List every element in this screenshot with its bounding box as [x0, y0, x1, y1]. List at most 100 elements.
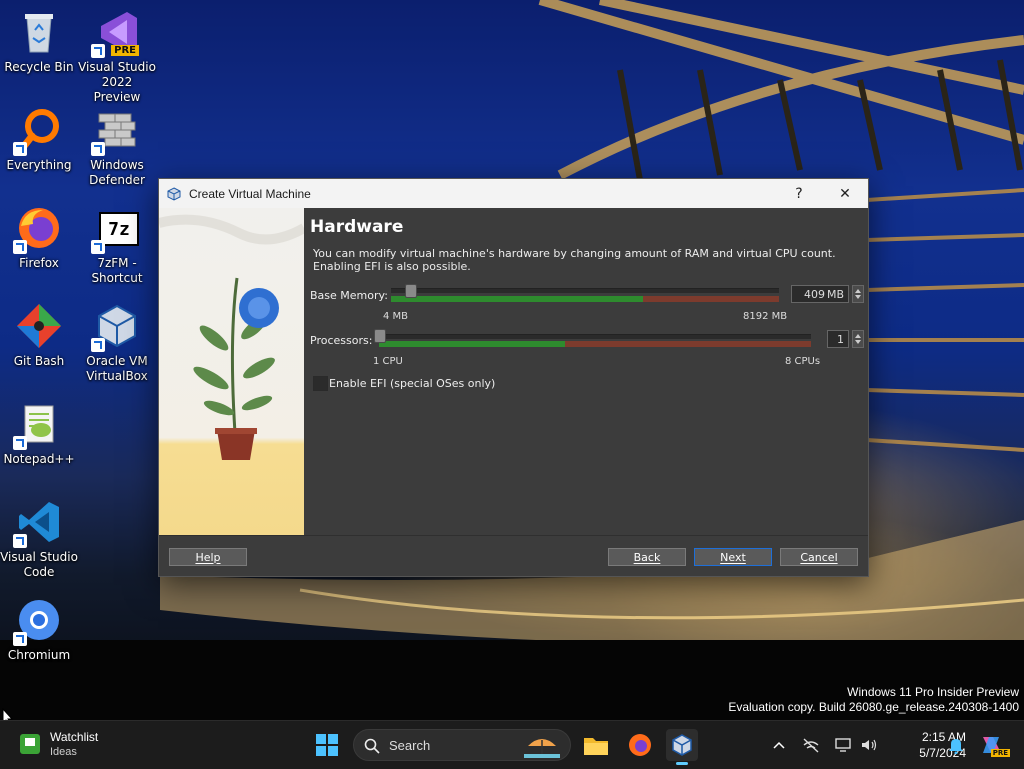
chromium-icon	[13, 596, 63, 646]
desktop-icon-everything[interactable]: Everything	[0, 106, 78, 173]
desktop-icon-label: Recycle Bin	[4, 60, 74, 74]
processors-max-label: 8 CPUs	[785, 356, 821, 367]
processors-min-label: 1 CPU	[373, 356, 403, 367]
firefox-taskbar-button[interactable]	[624, 729, 656, 761]
wizard-illustration	[159, 208, 304, 536]
watermark-build: Evaluation copy. Build 26080.ge_release.…	[728, 700, 1019, 714]
close-button[interactable]: ✕	[822, 179, 868, 208]
firefox-icon	[13, 204, 63, 254]
create-vm-dialog: Create Virtual Machine ? ✕ Hardware You …	[158, 178, 869, 577]
processors-stepper-buttons[interactable]	[852, 330, 864, 348]
page-description: You can modify virtual machine's hardwar…	[313, 247, 836, 273]
shortcut-arrow-icon	[91, 338, 105, 352]
shortcut-arrow-icon	[13, 142, 27, 156]
memory-max-label: 8192 MB	[743, 311, 788, 322]
windows-logo-icon	[316, 734, 338, 756]
shortcut-arrow-icon	[13, 632, 27, 646]
desktop-icon-7zfm-shortcut[interactable]: 7z 7zFM - Shortcut	[78, 204, 156, 286]
shortcut-arrow-icon	[91, 44, 105, 58]
watermark-edition: Windows 11 Pro Insider Preview	[847, 685, 1019, 699]
desktop-icon-label: Notepad++	[3, 452, 75, 466]
processors-slider-track[interactable]	[379, 334, 811, 339]
desktop-icon-label: Visual Studio Code	[0, 550, 78, 579]
desktop-icon-visual-studio-code[interactable]: Visual Studio Code	[0, 498, 78, 580]
desktop-icon-windows-defender[interactable]: Windows Defender	[78, 106, 156, 188]
virtualbox-icon	[672, 734, 692, 756]
7zip-icon: 7z	[91, 204, 141, 254]
desktop-icon-label: Windows Defender	[89, 158, 145, 187]
desktop-icon-label: Git Bash	[13, 354, 65, 368]
notifications-button[interactable]	[944, 729, 968, 761]
desktop-icon-firefox[interactable]: Firefox	[0, 204, 78, 271]
network-button[interactable]	[796, 729, 826, 761]
help-button[interactable]: Help	[169, 548, 247, 566]
recycle-bin-icon	[15, 8, 63, 56]
desktop-icon-recycle-bin[interactable]: Recycle Bin	[0, 8, 78, 75]
everything-search-icon	[13, 106, 63, 156]
beach-umbrella-icon	[524, 739, 560, 758]
page-heading: Hardware	[310, 217, 404, 237]
taskbar: Watchlist Ideas Search 2:15 AM 5/7/2024	[0, 720, 1024, 769]
desktop-icon-oracle-vm-virtualbox[interactable]: Oracle VM VirtualBox	[78, 302, 156, 384]
watchlist-icon	[20, 734, 40, 754]
desktop-icon-chromium[interactable]: Chromium	[0, 596, 78, 663]
help-title-button[interactable]: ?	[776, 179, 822, 208]
processors-slider-handle[interactable]	[374, 329, 386, 343]
desktop-icon-visual-studio-2022-preview[interactable]: PRE Visual Studio 2022 Preview	[78, 8, 156, 105]
back-button[interactable]: Back	[608, 548, 686, 566]
shortcut-arrow-icon	[91, 142, 105, 156]
desktop-icon-label: Visual Studio 2022 Preview	[78, 60, 156, 104]
dialog-titlebar[interactable]: Create Virtual Machine ? ✕	[159, 179, 868, 208]
processors-value: 1	[837, 332, 844, 346]
processors-excess-bar	[564, 341, 811, 347]
folder-icon	[584, 738, 608, 755]
dialog-title: Create Virtual Machine	[189, 186, 311, 201]
cancel-button[interactable]: Cancel	[780, 548, 858, 566]
memory-slider-handle[interactable]	[405, 284, 418, 298]
enable-efi-checkbox[interactable]	[313, 376, 328, 391]
search-icon	[364, 738, 380, 754]
show-hidden-icons-button[interactable]	[764, 729, 794, 761]
processors-spinbox[interactable]: 1	[827, 330, 849, 348]
copilot-button[interactable]: PRE	[976, 729, 1010, 761]
widgets-button[interactable]: Watchlist Ideas	[16, 730, 166, 761]
processors-recommended-bar	[379, 341, 565, 347]
processors-label: Processors:	[310, 334, 373, 347]
firefox-icon	[629, 734, 651, 756]
file-explorer-button[interactable]	[580, 729, 612, 761]
network-off-icon	[803, 738, 819, 753]
desktop-icon-git-bash[interactable]: Git Bash	[0, 302, 78, 369]
base-memory-label: Base Memory:	[310, 289, 388, 302]
vscode-icon	[13, 498, 63, 548]
memory-stepper-buttons[interactable]	[852, 285, 864, 303]
volume-button[interactable]	[854, 729, 884, 761]
desktop-icon-label: Chromium	[7, 648, 71, 662]
taskbar-search[interactable]: Search	[353, 729, 571, 761]
shortcut-arrow-icon	[13, 534, 27, 548]
visual-studio-icon: PRE	[91, 8, 141, 58]
chevron-up-icon	[773, 741, 785, 749]
monitor-icon	[835, 738, 851, 752]
virtualbox-icon	[167, 186, 181, 201]
memory-slider-track[interactable]	[391, 288, 779, 293]
windows-watermark: Windows 11 Pro Insider Preview Evaluatio…	[728, 685, 1019, 715]
widget-title: Watchlist	[50, 730, 99, 744]
virtualbox-taskbar-button[interactable]	[666, 729, 698, 765]
memory-min-label: 4 MB	[383, 311, 409, 322]
memory-value: 409	[803, 287, 825, 301]
start-button[interactable]	[311, 729, 343, 761]
brick-wall-icon	[91, 106, 141, 156]
desktop-icon-notepad-plus-plus[interactable]: Notepad++	[0, 400, 78, 467]
desktop-icon-label: 7zFM - Shortcut	[91, 256, 143, 285]
shortcut-arrow-icon	[91, 240, 105, 254]
desktop-icon-label: Firefox	[19, 256, 59, 270]
hardware-page: Hardware You can modify virtual machine'…	[309, 208, 868, 536]
speaker-icon	[862, 739, 877, 751]
dialog-footer: Help Back Next Cancel	[159, 535, 868, 576]
next-button[interactable]: Next	[694, 548, 772, 566]
desktop-icon-label: Everything	[6, 158, 72, 172]
memory-spinbox[interactable]: 409 MB	[791, 285, 849, 303]
copilot-pre-badge: PRE	[990, 749, 1010, 757]
widget-subtitle: Ideas	[50, 746, 77, 758]
desktop-icon-label: Oracle VM VirtualBox	[86, 354, 148, 383]
